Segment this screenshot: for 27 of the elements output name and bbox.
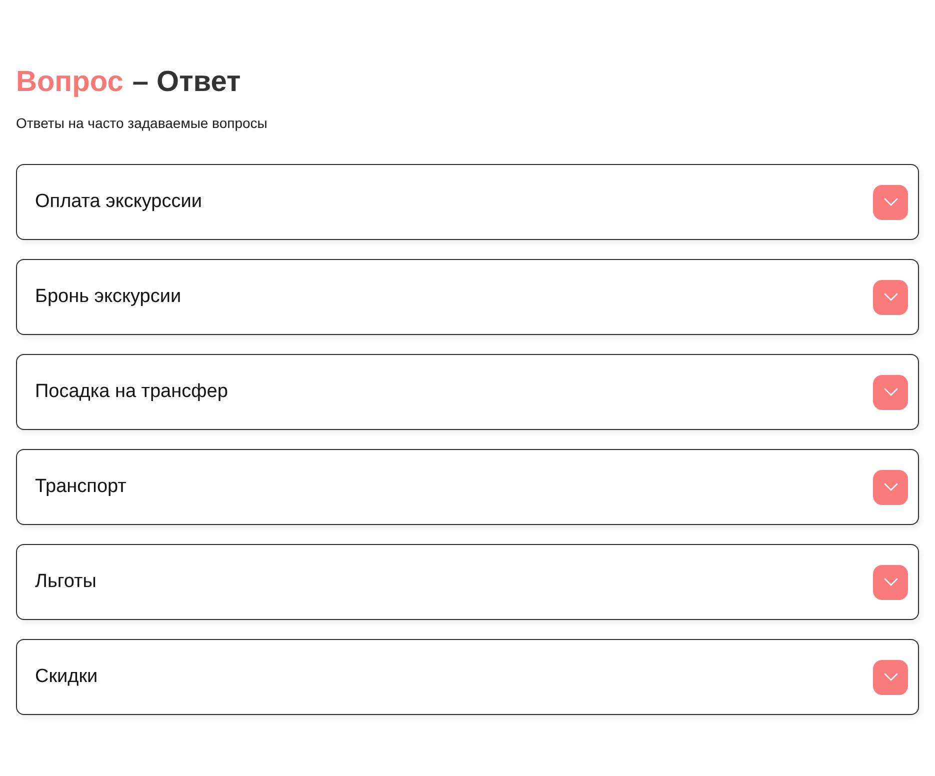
faq-question: Льготы — [35, 571, 96, 593]
chevron-icon — [884, 198, 898, 206]
chevron-icon — [884, 483, 898, 491]
faq-card[interactable]: Оплата экскурссии — [16, 164, 919, 240]
faq-question: Посадка на трансфер — [35, 381, 228, 403]
chevron-icon — [884, 673, 898, 681]
faq-card[interactable]: Посадка на трансфер — [16, 354, 919, 430]
expand-button[interactable] — [873, 470, 908, 504]
heading-text: – Ответ — [132, 65, 241, 100]
expand-button[interactable] — [873, 374, 908, 410]
faq-question: Оплата экскурссии — [35, 191, 202, 213]
subtitle: Ответы на часто задаваемые вопросы — [16, 114, 268, 133]
chevron-icon — [884, 293, 898, 301]
expand-button[interactable] — [873, 564, 908, 600]
expand-button[interactable] — [873, 660, 908, 694]
expand-button[interactable] — [873, 280, 908, 314]
faq-question: Транспорт — [35, 476, 126, 498]
faq-card[interactable]: Льготы — [16, 544, 919, 620]
faq-card[interactable]: Транспорт — [16, 449, 919, 525]
faq-question: Скидки — [35, 666, 98, 688]
expand-button[interactable] — [873, 184, 908, 220]
heading-accent: Вопрос — [16, 65, 124, 100]
faq-card[interactable]: Скидки — [16, 639, 919, 715]
faq-card[interactable]: Бронь экскурсии — [16, 259, 919, 335]
chevron-icon — [884, 388, 898, 396]
chevron-icon — [884, 578, 898, 586]
faq-question: Бронь экскурсии — [35, 286, 182, 308]
